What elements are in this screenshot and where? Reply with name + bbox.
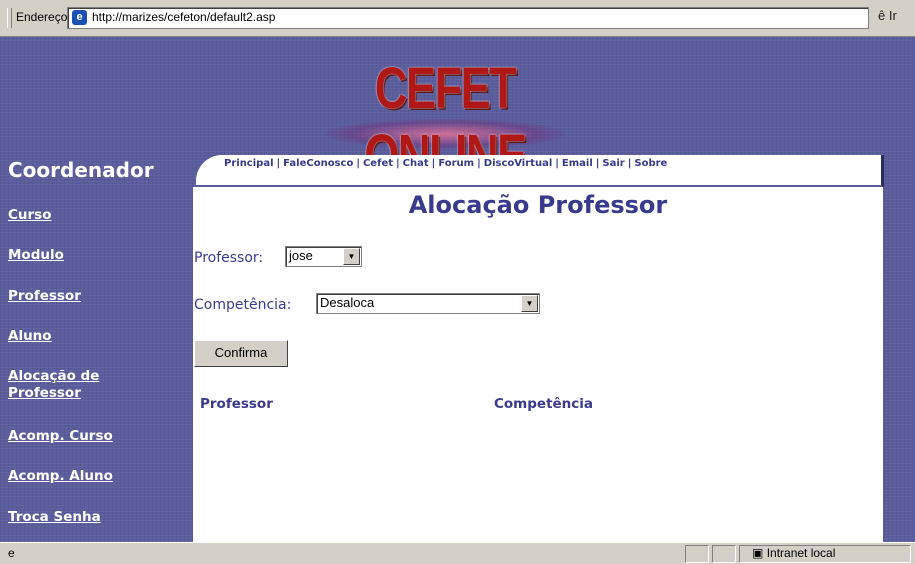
ie-page-icon: e <box>72 10 87 25</box>
menu-chat[interactable]: Chat <box>403 158 429 169</box>
menu-principal[interactable]: Principal <box>224 158 274 169</box>
zone-label: Intranet local <box>766 546 836 560</box>
page-body: CEFET ONLINE Coordenador Principal|FaleC… <box>0 37 915 542</box>
address-input[interactable]: e http://marizes/cefeton/default2.asp ▼ <box>67 7 869 29</box>
sidebar-item-acomp-curso[interactable]: Acomp. Curso <box>8 428 113 445</box>
sidebar-item-professor[interactable]: Professor <box>8 288 81 305</box>
go-button[interactable]: ê Ir <box>878 8 897 23</box>
page-title: Alocação Professor <box>408 191 668 219</box>
professor-label: Professor: <box>194 250 264 266</box>
menu-forum[interactable]: Forum <box>438 158 474 169</box>
ie-status-icon: e <box>8 546 15 560</box>
sidebar-item-troca-senha[interactable]: Troca Senha <box>8 509 101 526</box>
competencia-label: Competência: <box>194 297 292 313</box>
confirm-button[interactable]: Confirma <box>194 340 288 367</box>
menu-links: Principal | FaleConosco | Cefet | Chat | Forum | D… <box>224 158 668 169</box>
column-header-professor: Professor <box>200 396 273 412</box>
professor-select-value: jose <box>289 248 313 263</box>
status-cell <box>712 545 736 563</box>
status-bar: e ▣ Intranet local <box>0 542 915 564</box>
professor-select[interactable]: jose ▼ <box>285 246 362 267</box>
cefet-logo: CEFET ONLINE <box>295 49 595 188</box>
role-heading: Coordenador <box>8 158 154 182</box>
menu-faleconosco[interactable]: FaleConosco <box>283 158 353 169</box>
chevron-down-icon[interactable]: ▼ <box>521 295 538 312</box>
status-cell <box>685 545 709 563</box>
intranet-zone: ▣ Intranet local <box>752 546 835 560</box>
network-icon: ▣ <box>752 546 764 560</box>
competencia-select[interactable]: Desaloca ▼ <box>316 293 540 314</box>
column-header-competencia: Competência <box>494 396 594 412</box>
menu-sobre[interactable]: Sobre <box>634 158 667 169</box>
menu-sair[interactable]: Sair <box>602 158 624 169</box>
menu-discovirtual[interactable]: DiscoVirtual <box>484 158 552 169</box>
sidebar-item-aluno[interactable]: Aluno <box>8 328 52 345</box>
chevron-down-icon[interactable]: ▼ <box>343 248 360 265</box>
sidebar-item-modulo[interactable]: Modulo <box>8 247 64 264</box>
toolbar-grip[interactable] <box>7 8 12 28</box>
address-label: Endereço <box>16 10 68 24</box>
address-bar: Endereço e http://marizes/cefeton/defaul… <box>0 0 915 37</box>
menu-cefet[interactable]: Cefet <box>363 158 393 169</box>
address-url: http://marizes/cefeton/default2.asp <box>92 10 276 24</box>
sidebar-item-curso[interactable]: Curso <box>8 207 52 224</box>
menu-email[interactable]: Email <box>562 158 593 169</box>
sidebar-item-acomp-aluno[interactable]: Acomp. Aluno <box>8 468 113 485</box>
sidebar-item-alocacao-line2[interactable]: Professor <box>8 385 81 402</box>
competencia-select-value: Desaloca <box>320 295 375 310</box>
sidebar-item-alocacao-line1[interactable]: Alocação de <box>8 368 99 385</box>
main-content: Alocação Professor Professor: jose ▼ Com… <box>193 187 883 542</box>
top-menu: Principal | FaleConosco | Cefet | Chat | Forum | D… <box>196 155 884 188</box>
